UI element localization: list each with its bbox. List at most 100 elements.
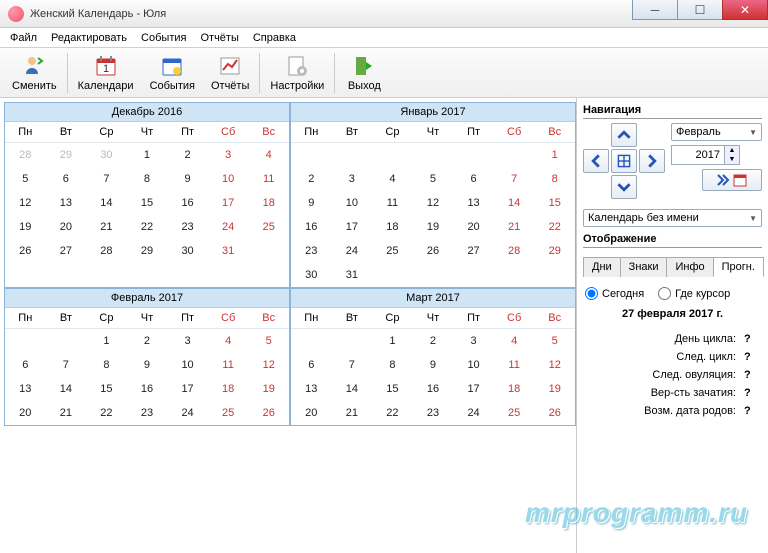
day-cell[interactable]: 18 <box>372 215 413 239</box>
minimize-button[interactable]: ─ <box>632 0 678 20</box>
spin-up-icon[interactable]: ▲ <box>725 146 739 155</box>
day-cell[interactable]: 26 <box>5 239 46 263</box>
day-cell[interactable]: 7 <box>46 353 87 377</box>
menu-file[interactable]: Файл <box>4 30 43 46</box>
maximize-button[interactable]: ☐ <box>677 0 723 20</box>
day-cell[interactable]: 14 <box>494 191 535 215</box>
day-cell[interactable]: 19 <box>413 215 454 239</box>
day-cell[interactable]: 29 <box>127 239 168 263</box>
day-cell[interactable]: 10 <box>332 191 373 215</box>
day-cell[interactable]: 2 <box>167 143 208 167</box>
radio-cursor-input[interactable] <box>658 287 671 300</box>
tab-info[interactable]: Инфо <box>666 257 713 277</box>
day-cell[interactable]: 4 <box>372 167 413 191</box>
tb-events[interactable]: События <box>142 52 203 94</box>
day-cell[interactable]: 12 <box>534 353 575 377</box>
day-cell[interactable]: 31 <box>208 239 249 263</box>
day-cell[interactable]: 28 <box>494 239 535 263</box>
tb-change[interactable]: Сменить <box>4 52 65 94</box>
day-cell[interactable]: 24 <box>453 401 494 425</box>
day-cell[interactable]: 21 <box>86 215 127 239</box>
tab-signs[interactable]: Знаки <box>620 257 668 277</box>
day-cell[interactable]: 22 <box>534 215 575 239</box>
day-cell[interactable]: 19 <box>534 377 575 401</box>
day-cell[interactable]: 20 <box>5 401 46 425</box>
tb-settings[interactable]: Настройки <box>262 52 332 94</box>
day-cell[interactable]: 7 <box>494 167 535 191</box>
day-cell[interactable]: 5 <box>5 167 46 191</box>
day-cell[interactable]: 9 <box>413 353 454 377</box>
nav-up-button[interactable] <box>611 123 637 147</box>
day-cell[interactable]: 20 <box>453 215 494 239</box>
nav-right-button[interactable] <box>639 149 665 173</box>
calendar-name-select[interactable]: Календарь без имени ▼ <box>583 209 762 227</box>
day-cell[interactable]: 11 <box>248 167 289 191</box>
day-cell[interactable]: 16 <box>127 377 168 401</box>
day-cell[interactable]: 5 <box>413 167 454 191</box>
menu-events[interactable]: События <box>135 30 192 46</box>
day-cell[interactable]: 6 <box>5 353 46 377</box>
year-field[interactable] <box>671 145 725 165</box>
day-cell[interactable]: 6 <box>453 167 494 191</box>
nav-go-button[interactable] <box>702 169 762 191</box>
day-cell[interactable]: 1 <box>127 143 168 167</box>
day-cell[interactable]: 23 <box>167 215 208 239</box>
day-cell[interactable]: 8 <box>86 353 127 377</box>
radio-cursor[interactable]: Где курсор <box>658 287 730 300</box>
day-cell[interactable]: 13 <box>46 191 87 215</box>
day-cell[interactable]: 2 <box>127 329 168 353</box>
day-cell[interactable]: 14 <box>46 377 87 401</box>
tab-forecast[interactable]: Прогн. <box>713 257 764 277</box>
nav-left-button[interactable] <box>583 149 609 173</box>
day-cell[interactable]: 23 <box>291 239 332 263</box>
day-cell[interactable]: 30 <box>167 239 208 263</box>
day-cell[interactable]: 3 <box>332 167 373 191</box>
day-cell[interactable]: 27 <box>453 239 494 263</box>
day-cell[interactable]: 25 <box>494 401 535 425</box>
day-cell[interactable]: 9 <box>127 353 168 377</box>
day-cell[interactable]: 22 <box>372 401 413 425</box>
day-cell[interactable]: 15 <box>86 377 127 401</box>
day-cell[interactable]: 21 <box>332 401 373 425</box>
day-cell[interactable]: 21 <box>494 215 535 239</box>
day-cell[interactable]: 12 <box>413 191 454 215</box>
day-cell[interactable]: 31 <box>332 263 373 287</box>
day-cell[interactable]: 5 <box>534 329 575 353</box>
day-cell[interactable]: 1 <box>86 329 127 353</box>
tb-reports[interactable]: Отчёты <box>203 52 257 94</box>
day-cell[interactable]: 23 <box>413 401 454 425</box>
day-cell[interactable]: 15 <box>127 191 168 215</box>
day-cell[interactable]: 11 <box>372 191 413 215</box>
day-cell[interactable]: 29 <box>46 143 87 167</box>
day-cell[interactable]: 5 <box>248 329 289 353</box>
day-cell[interactable]: 17 <box>332 215 373 239</box>
day-cell[interactable]: 13 <box>291 377 332 401</box>
day-cell[interactable]: 19 <box>5 215 46 239</box>
day-cell[interactable]: 21 <box>46 401 87 425</box>
nav-down-button[interactable] <box>611 175 637 199</box>
day-cell[interactable]: 16 <box>291 215 332 239</box>
day-cell[interactable]: 25 <box>248 215 289 239</box>
day-cell[interactable]: 3 <box>167 329 208 353</box>
day-cell[interactable]: 28 <box>5 143 46 167</box>
day-cell[interactable]: 10 <box>453 353 494 377</box>
day-cell[interactable]: 12 <box>5 191 46 215</box>
day-cell[interactable]: 26 <box>248 401 289 425</box>
spin-down-icon[interactable]: ▼ <box>725 155 739 164</box>
day-cell[interactable]: 8 <box>127 167 168 191</box>
tab-days[interactable]: Дни <box>583 257 621 277</box>
day-cell[interactable]: 2 <box>291 167 332 191</box>
day-cell[interactable]: 26 <box>534 401 575 425</box>
day-cell[interactable]: 17 <box>208 191 249 215</box>
day-cell[interactable]: 15 <box>372 377 413 401</box>
day-cell[interactable]: 13 <box>5 377 46 401</box>
month-select[interactable]: Февраль ▼ <box>671 123 762 141</box>
day-cell[interactable]: 2 <box>413 329 454 353</box>
day-cell[interactable]: 19 <box>248 377 289 401</box>
day-cell[interactable]: 30 <box>86 143 127 167</box>
day-cell[interactable]: 18 <box>494 377 535 401</box>
day-cell[interactable]: 24 <box>208 215 249 239</box>
day-cell[interactable]: 11 <box>494 353 535 377</box>
day-cell[interactable]: 17 <box>167 377 208 401</box>
day-cell[interactable]: 3 <box>208 143 249 167</box>
